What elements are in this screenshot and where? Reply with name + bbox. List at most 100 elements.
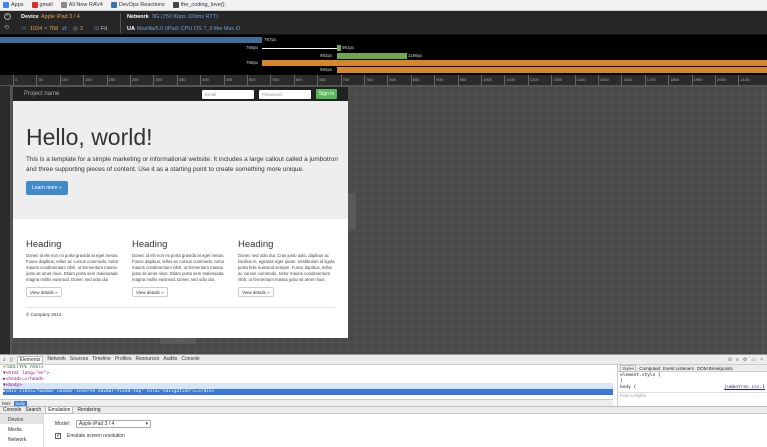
media-query-label: 991px: [342, 45, 355, 50]
tab-profiles[interactable]: Profiles: [115, 356, 132, 364]
search-icon[interactable]: ⌕: [3, 357, 6, 363]
console-drawer-icon[interactable]: ≡: [736, 357, 739, 363]
view-details-button[interactable]: View details »: [132, 287, 168, 298]
device-select[interactable]: Apple iPad 3 / 4: [41, 14, 80, 20]
drawer-tab-search[interactable]: Search: [25, 407, 41, 413]
bookmark-item[interactable]: gmail: [31, 2, 53, 8]
styles-tab[interactable]: Styles: [620, 364, 637, 372]
ruler-tick: [247, 75, 248, 86]
resize-handle-bottom[interactable]: ⋯: [160, 338, 196, 344]
navbar-brand[interactable]: Project name: [24, 91, 197, 97]
find-in-styles-input[interactable]: Find in Styles: [618, 392, 767, 398]
column-heading: Heading: [132, 239, 168, 250]
ruler-tick: [504, 75, 506, 86]
ruler-label: 1400: [576, 77, 586, 82]
ruler-tick: [481, 75, 482, 86]
rotate-icon[interactable]: ⟲: [4, 25, 12, 32]
ruler-tick: [83, 75, 85, 86]
content-column: Heading Donec sed odio dui. Cras justo o…: [238, 239, 335, 298]
tab-elements[interactable]: Elements: [16, 355, 44, 364]
ruler-tick: [598, 75, 599, 86]
ruler-tick: [340, 75, 342, 86]
drawer-main: Model: Apple iPad 3 / 4 Emulate screen r…: [55, 418, 152, 442]
swap-dimensions-icon[interactable]: ⇄: [62, 26, 67, 32]
drawer-tab-console[interactable]: Console: [3, 407, 21, 413]
ruler-tick: [527, 75, 529, 86]
tab-resources[interactable]: Resources: [136, 356, 160, 364]
bookmark-item[interactable]: Apps: [3, 2, 24, 8]
ruler-tick: [270, 75, 272, 86]
styles-tab[interactable]: Event Listeners: [663, 366, 694, 371]
emulation-drawer: Device Media Network Model: Apple iPad 3 /…: [0, 414, 767, 447]
fit-checkbox-icon[interactable]: ☑: [94, 26, 99, 32]
ruler-label: 550: [272, 77, 280, 82]
dpr-field[interactable]: 2: [80, 26, 83, 32]
width-field[interactable]: 1024: [30, 26, 42, 32]
learn-more-button[interactable]: Learn more »: [26, 181, 68, 195]
styles-tab[interactable]: Computed: [639, 366, 660, 371]
content-column: Heading Donec id elit non mi porta gravi…: [132, 239, 229, 298]
device-mode-icon[interactable]: ▯: [10, 357, 13, 363]
drawer-section-device[interactable]: Device: [0, 414, 43, 424]
content-column: Heading Donec id elit non mi porta gravi…: [26, 239, 123, 298]
tab-audits[interactable]: Audits: [163, 356, 177, 364]
media-query-label: 767px: [264, 37, 277, 42]
tab-console[interactable]: Console: [181, 356, 199, 364]
ua-field[interactable]: Mozilla/5.0 (iPad; CPU OS 7_0 like Mac O: [137, 26, 240, 32]
breadcrumb-item[interactable]: html: [2, 401, 11, 406]
style-source-link[interactable]: jumbotron.css:1: [724, 385, 765, 391]
ruler-tick: [223, 75, 225, 86]
ruler-label: 700: [342, 77, 350, 82]
tab-timeline[interactable]: Timeline: [92, 356, 111, 364]
network-select[interactable]: 3G (750 Kbps 100ms RTT): [152, 14, 218, 20]
ruler-label: 350: [178, 77, 186, 82]
email-input[interactable]: Email: [202, 89, 254, 99]
ruler-tick: [715, 75, 716, 86]
dom-node[interactable]: ▶<div class="navbar navbar-inverse navba…: [3, 389, 613, 395]
ruler-label: 2100: [740, 77, 750, 82]
content-columns: Heading Donec id elit non mi porta gravi…: [13, 219, 348, 298]
drawer-section-media[interactable]: Media: [0, 424, 43, 434]
drawer-tab-rendering[interactable]: Rendering: [77, 407, 100, 413]
media-query-min-992[interactable]: [337, 67, 767, 73]
bookmark-item[interactable]: the_coding_love();: [172, 2, 226, 8]
tab-network[interactable]: Network: [47, 356, 65, 364]
sign-in-button[interactable]: Sign in: [316, 89, 337, 99]
ruler-tick: [668, 75, 670, 86]
model-select[interactable]: Apple iPad 3 / 4: [76, 420, 152, 428]
close-icon[interactable]: ×: [760, 357, 763, 363]
emulate-resolution-label: Emulate screen resolution: [67, 433, 125, 439]
view-details-button[interactable]: View details »: [26, 287, 62, 298]
close-emulation-icon[interactable]: ×: [4, 13, 11, 20]
hero-title: Hello, world!: [26, 124, 153, 150]
ruler-label: 650: [319, 77, 326, 82]
drawer-tab-emulation[interactable]: Emulation: [45, 406, 74, 414]
footer-text: © Company 2014: [26, 312, 62, 318]
resize-handle-right[interactable]: [348, 193, 356, 229]
ruler-label: 850: [412, 77, 420, 82]
media-query-992-1199[interactable]: [337, 53, 407, 59]
bookmark-label: All New RAV4: [68, 2, 103, 8]
view-details-button[interactable]: View details »: [238, 287, 274, 298]
dock-icon[interactable]: ▭: [751, 357, 756, 363]
media-query-min-768[interactable]: [262, 60, 767, 66]
tab-sources[interactable]: Sources: [70, 356, 88, 364]
ruler-tick: [644, 75, 646, 86]
height-field[interactable]: 768: [49, 26, 58, 32]
settings-icon[interactable]: ⚙: [743, 357, 747, 363]
breadcrumb-item[interactable]: body: [13, 400, 28, 406]
media-query-768-991[interactable]: [337, 45, 341, 51]
media-query-bars: 767px 768px 991px 992px 1199px 768px 992…: [0, 35, 767, 75]
ruler-tick: [130, 75, 131, 86]
ruler-tick: [317, 75, 319, 86]
emulate-resolution-checkbox[interactable]: [55, 432, 61, 439]
media-query-label: 768px: [246, 60, 259, 65]
password-input[interactable]: Password: [259, 89, 311, 99]
ruler-label: 400: [202, 77, 209, 82]
bookmark-item[interactable]: All New RAV4: [60, 2, 103, 8]
bookmark-item[interactable]: DevOps Reactions: [110, 2, 165, 8]
error-icon[interactable]: ⊘: [728, 357, 732, 363]
drawer-section-network[interactable]: Network: [0, 434, 43, 444]
styles-tab[interactable]: DOM Breakpoints: [697, 366, 733, 371]
media-query-max-767[interactable]: [0, 37, 262, 43]
